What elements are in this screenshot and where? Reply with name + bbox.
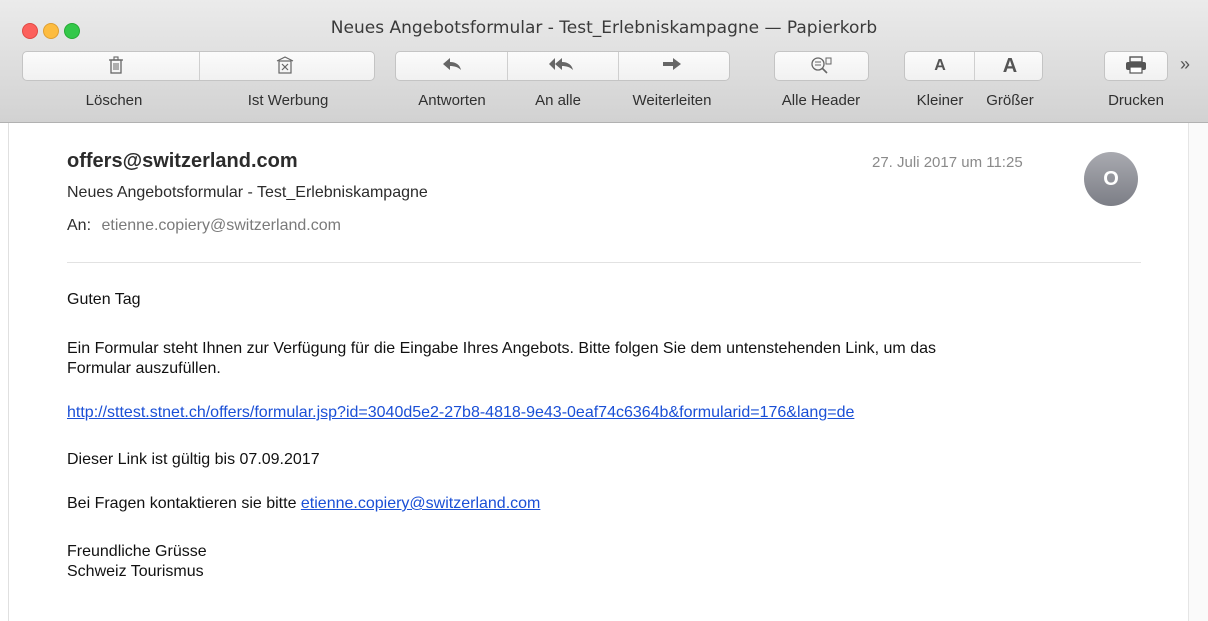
- title-bar: Neues Angebotsformular - Test_Erlebniska…: [0, 0, 1208, 123]
- font-smaller-icon[interactable]: A: [928, 56, 952, 76]
- validity-text: Dieser Link ist gültig bis 07.09.2017: [67, 451, 320, 468]
- toolbar-overflow-icon[interactable]: »: [1180, 54, 1190, 75]
- trash-icon[interactable]: [104, 56, 128, 76]
- segment-divider: [199, 52, 200, 80]
- window-title: Neues Angebotsformular - Test_Erlebniska…: [330, 18, 878, 38]
- avatar: O: [1084, 152, 1138, 206]
- recipient-row: An: etienne.copiery@switzerland.com: [67, 217, 341, 235]
- header-separator: [67, 262, 1141, 263]
- questions-prefix: Bei Fragen kontaktieren sie bitte: [67, 495, 301, 512]
- body-paragraph-line: Formular auszufüllen.: [67, 360, 221, 377]
- spam-button[interactable]: Ist Werbung: [236, 92, 340, 109]
- smaller-button[interactable]: Kleiner: [905, 92, 975, 109]
- print-button[interactable]: Drucken: [1098, 92, 1174, 109]
- reply-all-button[interactable]: An alle: [528, 92, 588, 109]
- contact-email-link[interactable]: etienne.copiery@switzerland.com: [301, 495, 540, 512]
- signature-line: Schweiz Tourismus: [67, 563, 204, 580]
- body-paragraph-line: Ein Formular steht Ihnen zur Verfügung f…: [67, 340, 936, 357]
- segment-divider: [507, 52, 508, 80]
- questions-text: Bei Fragen kontaktieren sie bitte etienn…: [67, 494, 540, 514]
- bigger-button[interactable]: Größer: [977, 92, 1043, 109]
- font-bigger-icon[interactable]: A: [998, 56, 1022, 76]
- headers-icon[interactable]: [809, 56, 833, 76]
- reply-all-icon[interactable]: [548, 56, 573, 76]
- mail-window: Neues Angebotsformular - Test_Erlebniska…: [0, 0, 1208, 621]
- junk-icon[interactable]: [273, 56, 297, 76]
- message-date: 27. Juli 2017 um 11:25: [872, 154, 1023, 171]
- delete-button[interactable]: Löschen: [79, 92, 149, 109]
- forward-icon[interactable]: [660, 56, 684, 76]
- to-label: An:: [67, 217, 92, 234]
- segment-divider: [974, 52, 975, 80]
- pane-border: [8, 123, 9, 621]
- print-icon[interactable]: [1124, 56, 1148, 76]
- segment-divider: [618, 52, 619, 80]
- closing-line: Freundliche Grüsse: [67, 543, 207, 560]
- sender-address[interactable]: offers@switzerland.com: [67, 150, 298, 173]
- message-subject: Neues Angebotsformular - Test_Erlebniska…: [67, 184, 428, 201]
- greeting: Guten Tag: [67, 291, 141, 308]
- scrollbar[interactable]: [1188, 123, 1208, 621]
- delete-spam-group: [22, 51, 375, 81]
- reply-icon[interactable]: [440, 56, 464, 76]
- font-size-group: [904, 51, 1043, 81]
- all-headers-button[interactable]: Alle Header: [765, 92, 877, 109]
- forward-button[interactable]: Weiterleiten: [621, 92, 723, 109]
- recipient-address[interactable]: etienne.copiery@switzerland.com: [101, 217, 340, 234]
- form-link[interactable]: http://sttest.stnet.ch/offers/formular.j…: [67, 403, 854, 423]
- reply-button[interactable]: Antworten: [409, 92, 495, 109]
